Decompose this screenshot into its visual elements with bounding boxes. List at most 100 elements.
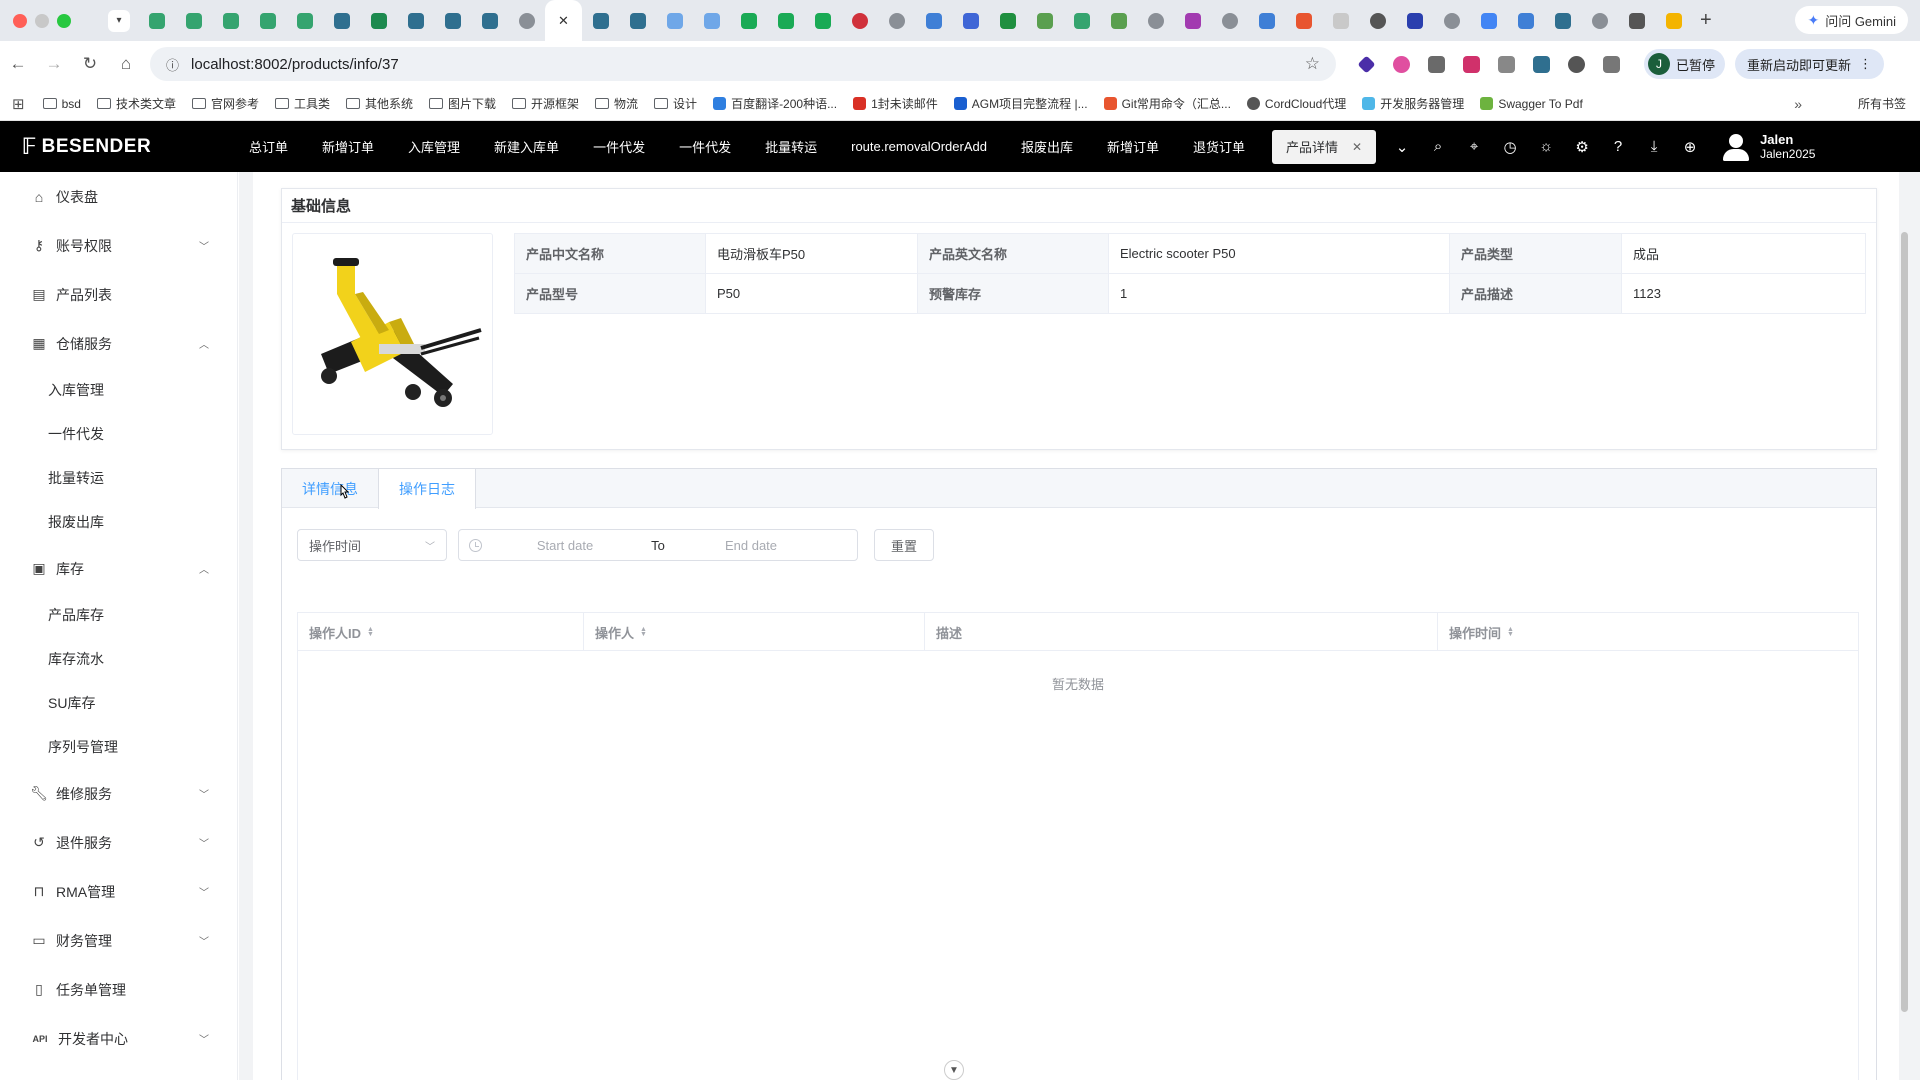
brand-logo[interactable]: 𝔽 BESENDER <box>0 134 232 160</box>
home-icon[interactable]: ⌂ <box>108 54 144 74</box>
gear-icon[interactable]: ⚙ <box>1564 138 1600 156</box>
browser-tab[interactable] <box>1544 0 1581 41</box>
gemini-button[interactable]: ✦ 问问 Gemini <box>1795 6 1908 34</box>
col-operation-time[interactable]: 操作时间 ▲ ▼ <box>1438 613 1858 651</box>
bookmark-folder[interactable]: 其他系统 <box>345 95 413 112</box>
nav-item[interactable]: 新增订单 <box>305 121 391 172</box>
sidebar-sub-inbound[interactable]: 入库管理 <box>0 368 237 412</box>
more-bookmarks-icon[interactable]: » <box>1794 96 1802 112</box>
reload-icon[interactable]: ↻ <box>72 54 108 74</box>
theme-sun-icon[interactable]: ☼ <box>1528 138 1564 155</box>
bookmark-folder[interactable]: 物流 <box>595 95 638 112</box>
url-text[interactable]: localhost:8002/products/info/37 <box>191 56 1305 73</box>
bookmark-link[interactable]: 百度翻译-200种语... <box>713 95 837 112</box>
bookmark-folder[interactable]: 开源框架 <box>512 95 579 112</box>
new-tab-icon[interactable]: + <box>1700 9 1712 32</box>
sidebar-sub-serial[interactable]: 序列号管理 <box>0 725 237 769</box>
sort-caret-icon[interactable]: ▲ ▼ <box>640 626 647 638</box>
browser-tab[interactable] <box>286 0 323 41</box>
back-arrow-icon[interactable]: ← <box>0 54 36 74</box>
browser-tab[interactable] <box>1322 0 1359 41</box>
browser-tab[interactable] <box>1285 0 1322 41</box>
extension-icon[interactable] <box>1428 55 1445 73</box>
browser-tab[interactable] <box>1174 0 1211 41</box>
end-date-input[interactable]: End date <box>676 538 826 553</box>
nav-item[interactable]: 新建入库单 <box>477 121 576 172</box>
scroll-down-chevron-icon[interactable]: ▼ <box>944 1060 964 1080</box>
col-operator-id[interactable]: 操作人ID ▲ ▼ <box>298 613 584 651</box>
bookmark-link[interactable]: Git常用命令（汇总... <box>1103 95 1231 112</box>
browser-tab[interactable] <box>138 0 175 41</box>
nav-item[interactable]: 新增订单 <box>1090 121 1176 172</box>
browser-tab[interactable] <box>1063 0 1100 41</box>
close-tab-icon[interactable]: ✕ <box>558 13 569 29</box>
restart-update-button[interactable]: 重新启动即可更新 ⋮ <box>1735 49 1885 79</box>
sidebar-item-account[interactable]: ⚷ 账号权限 ﹀ <box>0 221 237 270</box>
nav-item[interactable]: 退货订单 <box>1176 121 1262 172</box>
browser-tab[interactable] <box>1655 0 1692 41</box>
search-icon[interactable]: ⌕ <box>1420 138 1456 155</box>
sidebar-sub-product-stock[interactable]: 产品库存 <box>0 593 237 637</box>
browser-tab[interactable] <box>360 0 397 41</box>
apps-grid-icon[interactable]: ⊞ <box>12 95 25 113</box>
tab-search-icon[interactable]: ▾ <box>108 9 130 32</box>
location-icon[interactable]: ⌖ <box>1456 138 1492 155</box>
nav-item[interactable]: 总订单 <box>232 121 305 172</box>
browser-tab[interactable] <box>804 0 841 41</box>
sidebar-item-developer[interactable]: API 开发者中心 ﹀ <box>0 1014 237 1063</box>
extension-icon[interactable] <box>1463 55 1480 73</box>
browser-tab[interactable] <box>656 0 693 41</box>
browser-tab[interactable] <box>989 0 1026 41</box>
date-range-picker[interactable]: Start date To End date <box>458 529 858 561</box>
browser-tab[interactable] <box>1100 0 1137 41</box>
tab-detail-info[interactable]: 详情信息 <box>282 469 378 508</box>
nav-tab-product-detail[interactable]: 产品详情 ✕ <box>1272 129 1377 164</box>
nav-item[interactable]: 入库管理 <box>391 121 477 172</box>
browser-tab[interactable] <box>249 0 286 41</box>
download-icon[interactable]: ⤓ <box>1636 138 1672 155</box>
browser-tab[interactable] <box>1211 0 1248 41</box>
start-date-input[interactable]: Start date <box>490 538 640 553</box>
minimize-window-button[interactable] <box>35 13 49 28</box>
sidebar-item-product-list[interactable]: ▤ 产品列表 <box>0 270 237 319</box>
sidebar-sub-stock-flow[interactable]: 库存流水 <box>0 637 237 681</box>
browser-tab[interactable] <box>1137 0 1174 41</box>
browser-tab[interactable] <box>582 0 619 41</box>
browser-tab[interactable] <box>1248 0 1285 41</box>
sidebar-item-warehouse[interactable]: ▦ 仓储服务 ︿ <box>0 319 237 368</box>
bookmark-folder[interactable]: 技术类文章 <box>96 95 176 112</box>
bookmark-folder[interactable]: 设计 <box>654 95 697 112</box>
nav-item[interactable]: 批量转运 <box>748 121 834 172</box>
browser-tab[interactable] <box>1396 0 1433 41</box>
browser-tab[interactable] <box>434 0 471 41</box>
all-bookmarks[interactable]: 所有书签 <box>1853 95 1906 112</box>
reset-button[interactable]: 重置 <box>874 529 934 561</box>
sidebar-item-tasks[interactable]: ▯ 任务单管理 <box>0 965 237 1014</box>
sidebar-item-stock[interactable]: ▣ 库存 ︿ <box>0 544 237 593</box>
sidebar-sub-su-stock[interactable]: SU库存 <box>0 681 237 725</box>
maximize-window-button[interactable] <box>57 13 71 28</box>
sidebar-item-rma[interactable]: ⊓ RMA管理 ﹀ <box>0 867 237 916</box>
sidebar-sub-transfer[interactable]: 批量转运 <box>0 456 237 500</box>
nav-item[interactable]: 一件代发 <box>662 121 748 172</box>
bookmark-link[interactable]: 1封未读邮件 <box>853 95 938 112</box>
extension-icon[interactable] <box>1393 55 1410 73</box>
bookmark-star-icon[interactable]: ☆ <box>1305 54 1320 74</box>
add-circle-icon[interactable]: ⊕ <box>1672 138 1708 156</box>
bookmark-folder[interactable]: 官网参考 <box>191 95 259 112</box>
extension-icon[interactable] <box>1568 55 1585 73</box>
browser-tab[interactable] <box>1359 0 1396 41</box>
browser-tab[interactable] <box>730 0 767 41</box>
time-type-select[interactable]: 操作时间 ﹀ <box>297 529 447 561</box>
sort-caret-icon[interactable]: ▲ ▼ <box>367 626 374 638</box>
bookmark-folder[interactable]: 图片下载 <box>429 95 496 112</box>
browser-tab[interactable] <box>952 0 989 41</box>
browser-tab[interactable] <box>1470 0 1507 41</box>
bookmark-link[interactable]: CordCloud代理 <box>1246 95 1346 112</box>
browser-tab[interactable] <box>471 0 508 41</box>
close-tab-icon[interactable]: ✕ <box>1352 140 1362 154</box>
sidebar-item-returns[interactable]: ↺ 退件服务 ﹀ <box>0 818 237 867</box>
browser-tab[interactable] <box>1618 0 1655 41</box>
bookmark-link[interactable]: AGM项目完整流程 |... <box>953 95 1088 112</box>
browser-tab[interactable] <box>915 0 952 41</box>
